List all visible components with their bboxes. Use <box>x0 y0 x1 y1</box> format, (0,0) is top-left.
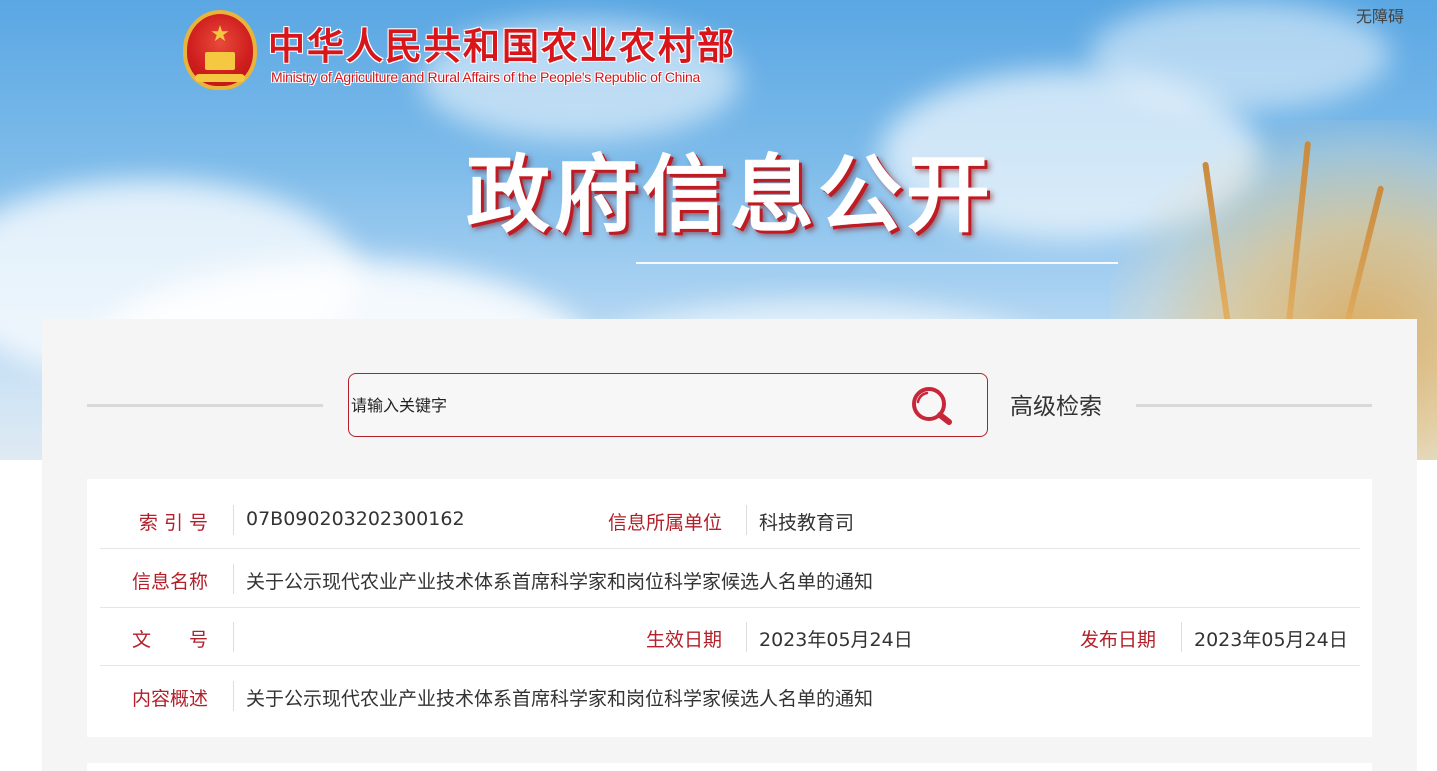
info-row-index: 索 引 号 07B090203202300162 信息所属单位 科技教育司 <box>100 491 1360 549</box>
cloud-decoration <box>1090 0 1390 110</box>
advanced-search-link[interactable]: 高级检索 <box>1010 387 1102 421</box>
effective-date-label: 生效日期 <box>645 629 722 651</box>
publish-date-value: 2023年05月24日 <box>1194 629 1348 651</box>
divider <box>1181 622 1182 652</box>
star-icon: ★ <box>210 22 230 47</box>
divider <box>233 505 234 535</box>
info-table: 索 引 号 07B090203202300162 信息所属单位 科技教育司 信息… <box>87 479 1372 737</box>
divider-left <box>87 404 323 407</box>
accessibility-link[interactable]: 无障碍 <box>1356 3 1404 27</box>
gate-icon <box>205 52 235 70</box>
info-row-dates: 文 号 生效日期 2023年05月24日 发布日期 2023年05月24日 <box>100 608 1360 666</box>
national-emblem-logo[interactable]: ★ <box>183 10 257 90</box>
page-title: 政府信息公开 <box>465 146 994 244</box>
divider <box>746 505 747 535</box>
summary-label: 内容概述 <box>131 688 208 710</box>
search-icon[interactable] <box>909 386 955 426</box>
index-label: 索 引 号 <box>138 512 208 534</box>
divider <box>746 622 747 652</box>
info-row-summary: 内容概述 关于公示现代农业产业技术体系首席科学家和岗位科学家候选人名单的通知 <box>100 667 1360 725</box>
ministry-name-cn[interactable]: 中华人民共和国农业农村部 <box>268 16 736 70</box>
divider <box>233 564 234 594</box>
summary-value: 关于公示现代农业产业技术体系首席科学家和岗位科学家候选人名单的通知 <box>246 688 874 710</box>
content-panel: 高级检索 索 引 号 07B090203202300162 信息所属单位 科技教… <box>42 319 1417 771</box>
content-card <box>87 763 1372 771</box>
ministry-name-en[interactable]: Ministry of Agriculture and Rural Affair… <box>271 69 700 85</box>
info-row-name: 信息名称 关于公示现代农业产业技术体系首席科学家和岗位科学家候选人名单的通知 <box>100 550 1360 608</box>
effective-date-value: 2023年05月24日 <box>759 629 913 651</box>
unit-label: 信息所属单位 <box>607 512 722 534</box>
divider <box>233 681 234 711</box>
divider-right <box>1136 404 1372 407</box>
unit-value: 科技教育司 <box>759 512 855 534</box>
publish-date-label: 发布日期 <box>1079 629 1156 651</box>
emblem-base <box>195 74 245 82</box>
name-value: 关于公示现代农业产业技术体系首席科学家和岗位科学家候选人名单的通知 <box>246 571 874 593</box>
doc-number-label: 文 号 <box>131 629 208 651</box>
search-box <box>348 373 988 437</box>
name-label: 信息名称 <box>131 571 208 593</box>
title-underline <box>636 262 1118 264</box>
index-value: 07B090203202300162 <box>246 508 465 530</box>
divider <box>233 622 234 652</box>
search-input[interactable] <box>351 386 891 424</box>
